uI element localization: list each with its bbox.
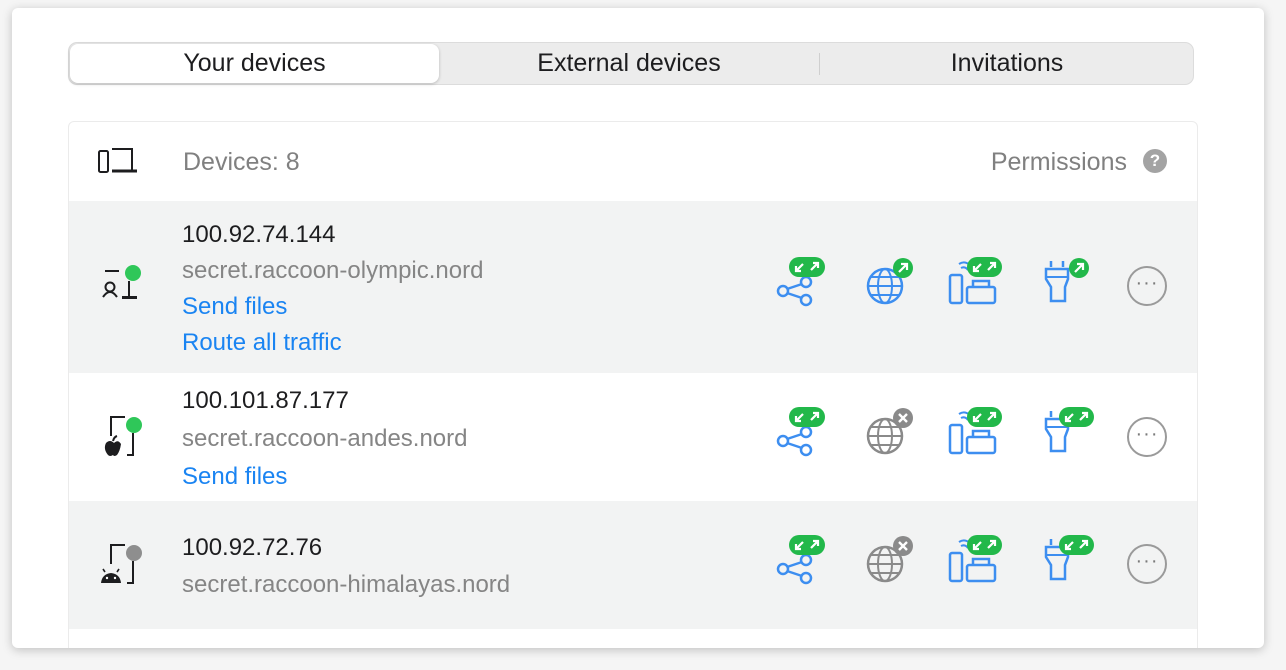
local-network-icon[interactable]: [947, 257, 1003, 312]
app-window: Your devices External devices Invitation…: [12, 8, 1264, 648]
device-ip: 100.92.74.144: [182, 221, 336, 248]
device-row[interactable]: [69, 629, 1197, 648]
device-tabs: Your devices External devices Invitation…: [68, 42, 1194, 85]
send-files-link[interactable]: Send files: [182, 463, 287, 491]
routing-globe-icon[interactable]: [863, 257, 915, 312]
devices-count: Devices: 8: [183, 148, 300, 176]
local-network-icon[interactable]: [947, 407, 1003, 462]
file-sharing-icon[interactable]: [775, 257, 827, 312]
local-network-icon[interactable]: [947, 535, 1003, 590]
traffic-routing-icon[interactable]: [1043, 257, 1095, 312]
more-options-button[interactable]: ···: [1127, 544, 1167, 584]
file-sharing-icon[interactable]: [775, 535, 827, 590]
send-files-link[interactable]: Send files: [182, 293, 287, 321]
tab-invitations[interactable]: Invitations: [821, 43, 1193, 84]
device-ip: 100.92.72.76: [182, 534, 323, 561]
device-hostname: secret.raccoon-andes.nord: [182, 425, 468, 452]
device-hostname: secret.raccoon-olympic.nord: [182, 257, 484, 284]
devices-header: Devices: 8 Permissions ?: [69, 122, 1197, 201]
permissions-label: Permissions: [990, 148, 1127, 176]
device-ip: 100.101.87.177: [182, 387, 349, 414]
traffic-routing-icon[interactable]: [1043, 535, 1095, 590]
tab-your-devices[interactable]: Your devices: [70, 44, 439, 83]
device-row[interactable]: 100.92.74.144 secret.raccoon-olympic.nor…: [69, 201, 1197, 373]
tab-external-devices[interactable]: External devices: [444, 43, 814, 84]
apple-device-icon: [97, 413, 147, 464]
help-icon[interactable]: ?: [1143, 149, 1167, 173]
devices-icon: [97, 146, 139, 181]
linux-device-icon: [97, 263, 147, 308]
device-row[interactable]: 100.92.72.76 secret.raccoon-himalayas.no…: [69, 501, 1197, 629]
routing-blocked-globe-icon[interactable]: [863, 535, 915, 590]
routing-blocked-globe-icon[interactable]: [863, 407, 915, 462]
device-row[interactable]: 100.101.87.177 secret.raccoon-andes.nord…: [69, 373, 1197, 501]
device-hostname: secret.raccoon-himalayas.nord: [182, 571, 511, 598]
more-options-button[interactable]: ···: [1127, 266, 1167, 306]
file-sharing-icon[interactable]: [775, 407, 827, 462]
devices-panel: Devices: 8 Permissions ? 100.92.74.144 s…: [68, 121, 1198, 648]
tab-divider: [819, 53, 820, 75]
more-options-button[interactable]: ···: [1127, 417, 1167, 457]
route-all-traffic-link[interactable]: Route all traffic: [182, 329, 342, 357]
android-device-icon: [97, 541, 147, 592]
traffic-routing-icon[interactable]: [1043, 407, 1095, 462]
